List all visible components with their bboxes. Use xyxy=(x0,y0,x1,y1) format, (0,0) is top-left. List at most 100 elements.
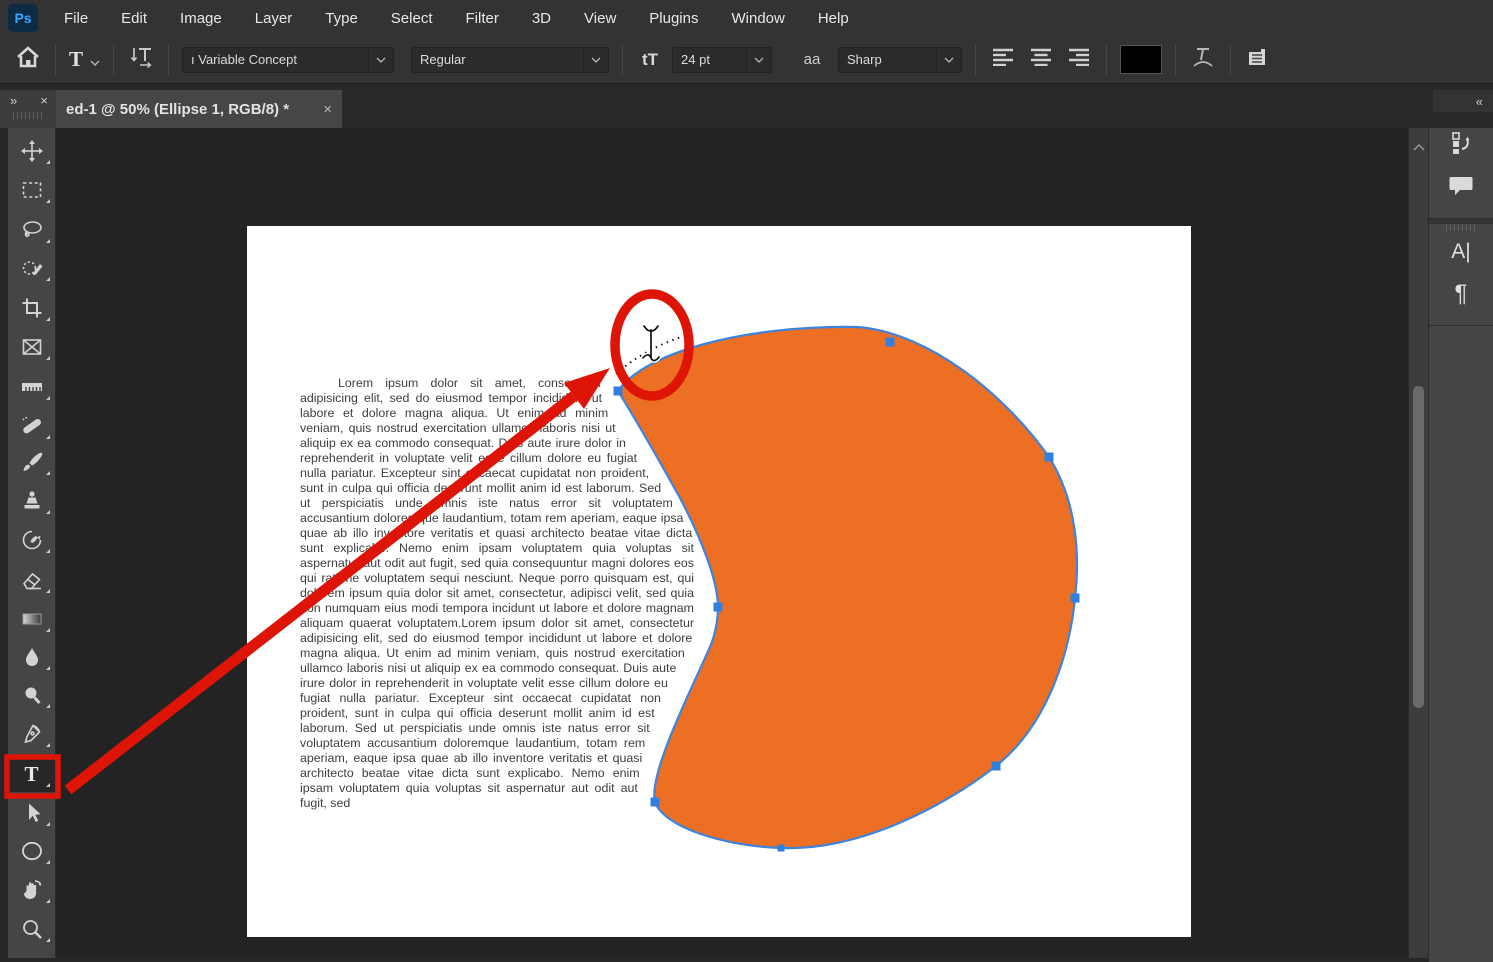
chevron-down-icon xyxy=(936,48,961,72)
tool-eraser[interactable] xyxy=(8,562,55,598)
tool-dodge[interactable] xyxy=(8,677,55,713)
tool-move[interactable] xyxy=(8,133,55,169)
chevron-down-icon xyxy=(368,48,393,72)
align-left-button[interactable] xyxy=(989,42,1017,78)
tool-crop[interactable] xyxy=(8,290,55,326)
home-icon xyxy=(16,46,40,73)
dock-collapse-button[interactable]: « xyxy=(1433,90,1493,112)
panel-grip[interactable] xyxy=(13,112,43,119)
separator xyxy=(1106,44,1107,76)
anti-alias-icon: aa xyxy=(798,42,826,78)
menu-3d[interactable]: 3D xyxy=(532,10,551,27)
app-frame-edge xyxy=(0,128,8,958)
tab-close-button[interactable]: × xyxy=(323,101,332,118)
tool-blur[interactable] xyxy=(8,639,55,675)
tool-history-brush[interactable] xyxy=(8,522,55,558)
menu-filter[interactable]: Filter xyxy=(466,10,499,27)
menu-select[interactable]: Select xyxy=(391,10,433,27)
tool-gradient[interactable] xyxy=(8,601,55,637)
menu-window[interactable]: Window xyxy=(731,10,784,27)
panel-grip[interactable] xyxy=(1446,224,1476,231)
separator xyxy=(622,44,623,76)
character-panel-button[interactable]: A| xyxy=(1429,231,1493,273)
tool-spot-healing-brush[interactable] xyxy=(8,408,55,444)
history-icon xyxy=(1448,130,1474,161)
type-tool-icon: T xyxy=(24,764,38,785)
tools-panel-close-button[interactable]: × xyxy=(40,93,48,108)
align-center-icon xyxy=(1029,48,1053,71)
menu-plugins[interactable]: Plugins xyxy=(649,10,698,27)
home-button[interactable] xyxy=(14,42,42,78)
dock-group-history-comments xyxy=(1429,117,1493,219)
menu-edit[interactable]: Edit xyxy=(121,10,147,27)
document-tab[interactable]: ed-1 @ 50% (Ellipse 1, RGB/8) * × xyxy=(56,90,342,128)
font-size-select[interactable]: 24 pt xyxy=(672,47,772,73)
options-bar: T ı Variable Concept Regular tT 24 pt aa… xyxy=(0,36,1493,84)
document-page[interactable]: Lorem ipsum dolor sit amet, consectetur … xyxy=(247,226,1191,937)
warp-text-icon xyxy=(1190,45,1216,74)
dock-empty-area xyxy=(1429,326,1493,962)
menu-view[interactable]: View xyxy=(584,10,616,27)
chevron-down-icon xyxy=(746,48,771,72)
align-right-button[interactable] xyxy=(1065,42,1093,78)
tool-rectangular-marquee[interactable] xyxy=(8,172,55,208)
anti-alias-select[interactable]: Sharp xyxy=(838,47,962,73)
chevron-down-icon xyxy=(583,48,608,72)
menu-image[interactable]: Image xyxy=(180,10,222,27)
tool-zoom[interactable] xyxy=(8,911,55,947)
tool-frame[interactable] xyxy=(8,329,55,365)
menu-layer[interactable]: Layer xyxy=(255,10,293,27)
tools-panel-collapse-button[interactable]: » xyxy=(10,93,17,108)
tool-pen[interactable] xyxy=(8,716,55,752)
menu-help[interactable]: Help xyxy=(818,10,849,27)
align-center-button[interactable] xyxy=(1027,42,1055,78)
warp-text-button[interactable] xyxy=(1189,42,1217,78)
font-style-select[interactable]: Regular xyxy=(411,47,609,73)
separator xyxy=(975,44,976,76)
type-tool-icon: T xyxy=(69,47,83,72)
tool-object-selection[interactable] xyxy=(8,250,55,286)
vertical-scrollbar[interactable] xyxy=(1408,128,1428,958)
text-orientation-button[interactable] xyxy=(127,42,155,78)
toggle-character-panel-button[interactable] xyxy=(1244,42,1272,78)
tool-ellipse[interactable] xyxy=(8,833,55,869)
history-panel-button[interactable] xyxy=(1429,124,1493,166)
align-right-icon xyxy=(1067,48,1091,71)
scrollbar-thumb[interactable] xyxy=(1413,386,1424,708)
right-panel-dock: A| ¶ xyxy=(1428,112,1493,958)
separator xyxy=(168,44,169,76)
tool-preset-picker[interactable]: T xyxy=(69,42,100,78)
font-size-value: 24 pt xyxy=(673,52,746,67)
comments-panel-button[interactable] xyxy=(1429,166,1493,208)
font-family-select[interactable]: ı Variable Concept xyxy=(182,47,394,73)
character-panel-icon: A| xyxy=(1451,240,1470,264)
tool-lasso[interactable] xyxy=(8,212,55,248)
tool-brush[interactable] xyxy=(8,444,55,480)
tool-ruler[interactable] xyxy=(8,369,55,405)
paragraph-panel-icon: ¶ xyxy=(1455,280,1468,308)
text-orientation-icon xyxy=(128,45,154,74)
tools-panel-header: » × xyxy=(0,90,56,128)
photoshop-logo: Ps xyxy=(8,4,38,32)
chevron-down-icon xyxy=(90,47,100,72)
tool-type[interactable]: T xyxy=(8,756,55,792)
canvas-area: Lorem ipsum dolor sit amet, consectetur … xyxy=(57,128,1408,958)
scroll-up-icon[interactable] xyxy=(1413,138,1425,156)
panels-icon xyxy=(1245,44,1271,75)
tools-panel: T xyxy=(8,128,56,958)
font-size-icon: tT xyxy=(636,42,664,78)
tool-path-selection[interactable] xyxy=(8,795,55,831)
document-tab-title: ed-1 @ 50% (Ellipse 1, RGB/8) * xyxy=(66,101,311,118)
menu-file[interactable]: File xyxy=(64,10,88,27)
text-color-swatch[interactable] xyxy=(1120,45,1162,74)
tool-clone-stamp[interactable] xyxy=(8,483,55,519)
menu-items: File Edit Image Layer Type Select Filter… xyxy=(64,10,849,27)
separator xyxy=(1175,44,1176,76)
anti-alias-value: Sharp xyxy=(839,52,936,67)
tool-hand[interactable] xyxy=(8,872,55,908)
paragraph-panel-button[interactable]: ¶ xyxy=(1429,273,1493,315)
menu-type[interactable]: Type xyxy=(325,10,358,27)
paragraph-text-layer: Lorem ipsum dolor sit amet, consectetur … xyxy=(300,376,700,812)
tab-bar: » × ed-1 @ 50% (Ellipse 1, RGB/8) * × « xyxy=(0,84,1493,128)
font-style-value: Regular xyxy=(412,52,583,67)
